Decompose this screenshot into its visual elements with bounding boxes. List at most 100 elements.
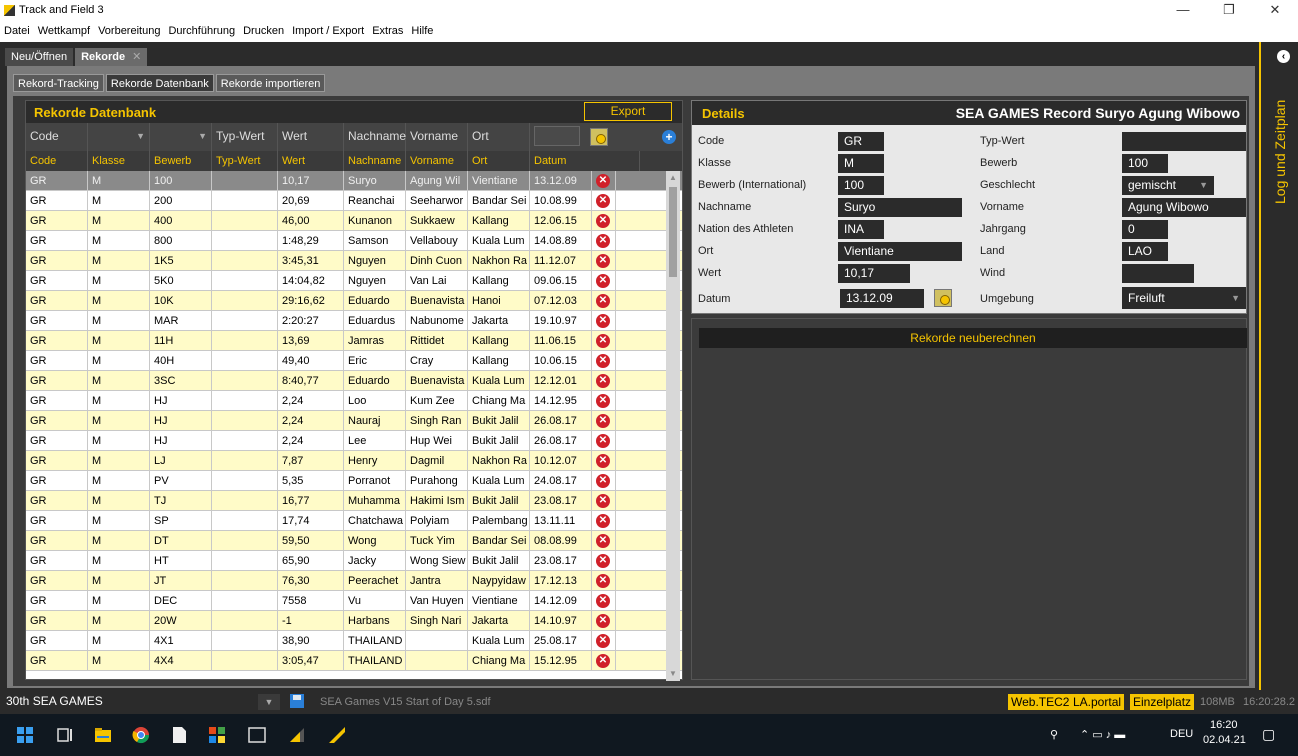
event-dropdown-icon[interactable]: ▼ [258, 694, 280, 710]
cell-datum[interactable]: 11.06.15 [530, 331, 592, 351]
delete-icon[interactable]: ✕ [596, 234, 610, 248]
cell-code[interactable]: GR [26, 511, 88, 531]
track-field-icon[interactable] [328, 726, 346, 744]
filter-nachname[interactable]: Nachname [344, 123, 406, 151]
cell-typ-wert[interactable] [212, 291, 278, 311]
cell-vorname[interactable]: Agung Wil [406, 171, 468, 191]
cell-wert[interactable]: 38,90 [278, 631, 344, 651]
cell-wert[interactable]: 7558 [278, 591, 344, 611]
cell-code[interactable]: GR [26, 411, 88, 431]
cell-datum[interactable]: 23.08.17 [530, 491, 592, 511]
cell-code[interactable]: GR [26, 491, 88, 511]
cell-wert[interactable]: 65,90 [278, 551, 344, 571]
cell-vorname[interactable]: Purahong [406, 471, 468, 491]
cell-code[interactable]: GR [26, 351, 88, 371]
cell-bewerb[interactable]: MAR [150, 311, 212, 331]
cell-klasse[interactable]: M [88, 331, 150, 351]
cell-ort[interactable]: Vientiane [468, 591, 530, 611]
table-row[interactable]: GR M HJ 2,24 Lee Hup Wei Bukit Jalil 26.08.17 ✕ [26, 431, 682, 451]
cell-typ-wert[interactable] [212, 591, 278, 611]
cell-typ-wert[interactable] [212, 651, 278, 671]
table-row[interactable]: GR M 5K0 14:04,82 Nguyen Van Lai Kallang 09.06.… [26, 271, 682, 291]
cell-wert[interactable]: 76,30 [278, 571, 344, 591]
cell-nachname[interactable]: Jacky [344, 551, 406, 571]
cell-nachname[interactable]: Lee [344, 431, 406, 451]
cell-klasse[interactable]: M [88, 591, 150, 611]
field-wind[interactable] [1122, 264, 1194, 283]
cell-bewerb[interactable]: HJ [150, 391, 212, 411]
field-nachname[interactable]: Suryo [838, 198, 962, 217]
cell-wert[interactable]: 20,69 [278, 191, 344, 211]
cell-ort[interactable]: Naypyidaw [468, 571, 530, 591]
cell-nachname[interactable]: Harbans [344, 611, 406, 631]
cell-vorname[interactable] [406, 651, 468, 671]
cell-klasse[interactable]: M [88, 371, 150, 391]
cell-typ-wert[interactable] [212, 251, 278, 271]
cell-klasse[interactable]: M [88, 411, 150, 431]
add-record-icon[interactable]: + [662, 130, 676, 144]
calendar-icon[interactable] [934, 289, 952, 307]
tab-rekord-tracking[interactable]: Rekord-Tracking [13, 74, 104, 92]
cell-datum[interactable]: 10.06.15 [530, 351, 592, 371]
cell-wert[interactable]: 10,17 [278, 171, 344, 191]
cell-datum[interactable]: 14.12.95 [530, 391, 592, 411]
table-row[interactable]: GR M SP 17,74 Chatchawa Polyiam Palembang 13.11… [26, 511, 682, 531]
cell-code[interactable]: GR [26, 251, 88, 271]
menu-drucken[interactable]: Drucken [243, 25, 284, 37]
maximize-button[interactable]: ❐ [1206, 0, 1252, 20]
cell-ort[interactable]: Bukit Jalil [468, 551, 530, 571]
cell-typ-wert[interactable] [212, 371, 278, 391]
cell-nachname[interactable]: THAILAND [344, 651, 406, 671]
export-button[interactable]: Export [584, 102, 672, 121]
cell-vorname[interactable]: Vellabouy [406, 231, 468, 251]
cell-nachname[interactable]: Eric [344, 351, 406, 371]
cell-ort[interactable]: Bukit Jalil [468, 431, 530, 451]
cell-typ-wert[interactable] [212, 431, 278, 451]
cell-wert[interactable]: -1 [278, 611, 344, 631]
field-bewerb-international[interactable]: 100 [838, 176, 884, 195]
table-row[interactable]: GR M 11H 13,69 Jamras Rittidet Kallang 11.06.15… [26, 331, 682, 351]
cell-vorname[interactable]: Hakimi Ism [406, 491, 468, 511]
delete-icon[interactable]: ✕ [596, 534, 610, 548]
cell-nachname[interactable]: Kunanon [344, 211, 406, 231]
menu-extras[interactable]: Extras [372, 25, 403, 37]
cell-klasse[interactable]: M [88, 631, 150, 651]
cell-klasse[interactable]: M [88, 611, 150, 631]
cell-typ-wert[interactable] [212, 451, 278, 471]
delete-icon[interactable]: ✕ [596, 654, 610, 668]
table-row[interactable]: GR M MAR 2:20:27 Eduardus Nabunome Jakarta 19.1… [26, 311, 682, 331]
cell-typ-wert[interactable] [212, 571, 278, 591]
cell-nachname[interactable]: Eduardus [344, 311, 406, 331]
minimize-button[interactable]: — [1160, 0, 1206, 20]
cell-datum[interactable]: 11.12.07 [530, 251, 592, 271]
cell-klasse[interactable]: M [88, 191, 150, 211]
cell-ort[interactable]: Vientiane [468, 171, 530, 191]
cell-datum[interactable]: 08.08.99 [530, 531, 592, 551]
cell-wert[interactable]: 49,40 [278, 351, 344, 371]
cell-klasse[interactable]: M [88, 431, 150, 451]
table-row[interactable]: GR M 800 1:48,29 Samson Vellabouy Kuala Lum 14.… [26, 231, 682, 251]
cell-datum[interactable]: 12.06.15 [530, 211, 592, 231]
calendar-icon[interactable] [590, 128, 608, 146]
delete-icon[interactable]: ✕ [596, 394, 610, 408]
cell-typ-wert[interactable] [212, 331, 278, 351]
cell-klasse[interactable]: M [88, 231, 150, 251]
cell-vorname[interactable]: Dinh Cuon [406, 251, 468, 271]
table-row[interactable]: GR M JT 76,30 Peerachet Jantra Naypyidaw 17.12.… [26, 571, 682, 591]
badge-webtec[interactable]: Web.TEC2 [1008, 694, 1073, 710]
col-datum[interactable]: Datum [530, 151, 640, 171]
taskbar-time[interactable]: 16:20 [1210, 719, 1238, 731]
cell-vorname[interactable]: Cray [406, 351, 468, 371]
cell-bewerb[interactable]: 10K [150, 291, 212, 311]
cell-klasse[interactable]: M [88, 311, 150, 331]
menu-durchfuehrung[interactable]: Durchführung [168, 25, 235, 37]
cell-ort[interactable]: Kallang [468, 271, 530, 291]
cell-code[interactable]: GR [26, 611, 88, 631]
tray-icons[interactable]: ⌃ ▭ ♪ ▬ [1080, 728, 1125, 741]
close-tab-icon[interactable]: ✕ [132, 51, 141, 63]
delete-icon[interactable]: ✕ [596, 414, 610, 428]
cell-typ-wert[interactable] [212, 491, 278, 511]
cell-klasse[interactable]: M [88, 451, 150, 471]
menu-datei[interactable]: Datei [4, 25, 30, 37]
track-field-alt-icon[interactable] [288, 726, 306, 744]
